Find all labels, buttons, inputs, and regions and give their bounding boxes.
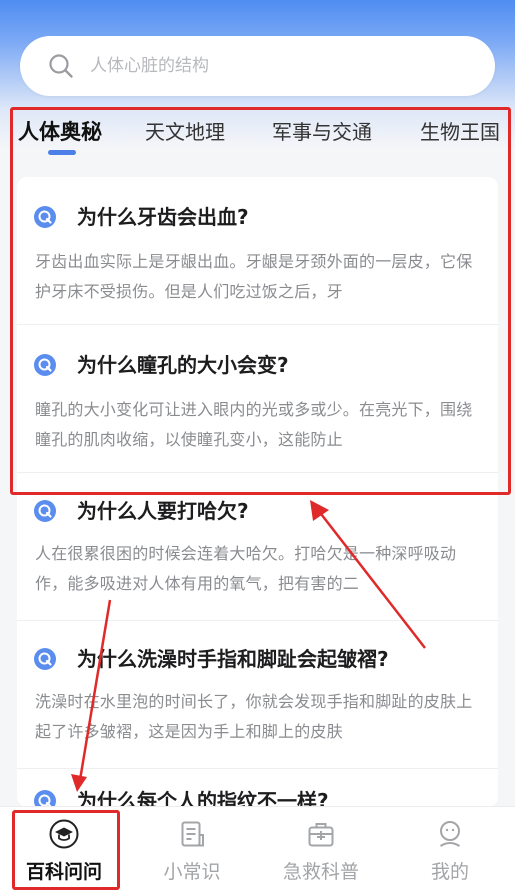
article-summary: 牙齿出血实际上是牙龈出血。牙龈是牙颈外面的一层皮，它保护牙床不受损伤。但是人们吃…	[35, 252, 473, 301]
bottom-nav: 百科问问 小常识 急救科普 我的	[0, 806, 515, 892]
article-title: 为什么牙齿会出血?	[77, 205, 249, 229]
tab-biology[interactable]: 生物王国	[420, 116, 500, 145]
nav-label: 百科问问	[25, 861, 102, 883]
question-icon	[34, 354, 56, 376]
search-bar[interactable]	[20, 36, 495, 96]
article-summary: 瞳孔的大小变化可让进入眼内的光或多或少。在亮光下，围绕瞳孔的肌肉收缩，以使瞳孔变…	[35, 400, 473, 449]
question-icon	[34, 500, 56, 522]
active-tab-indicator	[48, 150, 76, 155]
nav-label: 急救科普	[282, 861, 359, 883]
article-summary: 人在很累很困的时候会连着大哈欠。打哈欠是一种深呼吸动作，能多吸进对人体有用的氧气…	[35, 544, 457, 593]
article-title: 为什么人要打哈欠?	[77, 499, 249, 523]
nav-label: 我的	[430, 861, 469, 883]
question-icon	[34, 790, 56, 807]
nav-item-tips[interactable]: 小常识	[128, 807, 256, 892]
article-item[interactable]: 为什么牙齿会出血? 牙齿出血实际上是牙龈出血。牙龈是牙颈外面的一层皮，它保护牙床…	[17, 177, 498, 325]
note-icon	[181, 821, 204, 847]
article-title: 为什么瞳孔的大小会变?	[77, 353, 289, 377]
nav-item-encyclopedia[interactable]: 百科问问	[0, 807, 128, 892]
first-aid-kit-icon	[308, 823, 334, 847]
search-input[interactable]	[90, 56, 450, 76]
tab-astronomy-geography[interactable]: 天文地理	[145, 116, 225, 145]
article-item[interactable]: 为什么瞳孔的大小会变? 瞳孔的大小变化可让进入眼内的光或多或少。在亮光下，围绕瞳…	[17, 325, 498, 473]
nav-item-me[interactable]: 我的	[386, 807, 514, 892]
user-face-icon	[439, 821, 461, 847]
nav-label: 小常识	[163, 861, 221, 883]
category-tabs: 人体奥秘 天文地理 军事与交通 生物王国	[0, 108, 515, 168]
article-summary: 洗澡时在水里泡的时间长了，你就会发现手指和脚趾的皮肤上起了许多皱褶，这是因为手上…	[35, 692, 473, 741]
tab-human-body[interactable]: 人体奥秘	[18, 116, 102, 146]
tab-military-transport[interactable]: 军事与交通	[272, 116, 372, 145]
article-item[interactable]: 为什么人要打哈欠? 人在很累很困的时候会连着大哈欠。打哈欠是一种深呼吸动作，能多…	[17, 473, 498, 621]
question-icon	[34, 206, 56, 228]
article-list[interactable]: 为什么牙齿会出血? 牙齿出血实际上是牙龈出血。牙龈是牙颈外面的一层皮，它保护牙床…	[17, 177, 498, 807]
article-item[interactable]: 为什么洗澡时手指和脚趾会起皱褶? 洗澡时在水里泡的时间长了，你就会发现手指和脚趾…	[17, 621, 498, 769]
graduation-cap-icon	[49, 819, 79, 849]
article-title: 为什么每个人的指纹不一样?	[77, 789, 329, 807]
article-title: 为什么洗澡时手指和脚趾会起皱褶?	[77, 647, 389, 671]
search-icon	[49, 54, 73, 78]
question-icon	[34, 648, 56, 670]
article-item[interactable]: 为什么每个人的指纹不一样?	[17, 769, 498, 807]
nav-item-first-aid[interactable]: 急救科普	[257, 807, 385, 892]
